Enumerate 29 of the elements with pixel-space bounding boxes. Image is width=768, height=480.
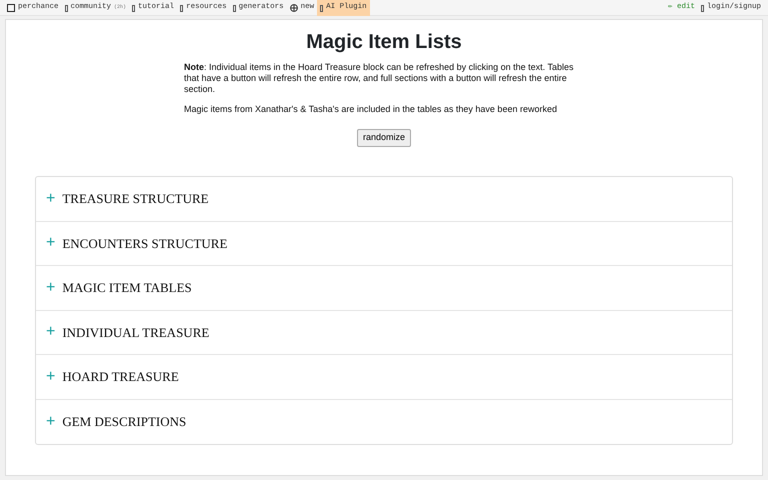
- expand-icon: +: [46, 280, 56, 296]
- glyph-icon: [180, 4, 184, 12]
- glyph-icon: [700, 4, 704, 12]
- glyph-icon: [64, 4, 68, 12]
- glyph-icon: [132, 4, 136, 12]
- globe-icon: [290, 4, 298, 12]
- expand-icon: +: [46, 190, 56, 207]
- section-title: GEM DESCRIPTIONS: [62, 413, 186, 431]
- glyph-icon: [232, 4, 236, 12]
- page-title: Magic Item Lists: [305, 30, 463, 54]
- accordion-header[interactable]: + MAGIC ITEM TABLES: [36, 266, 732, 310]
- expand-icon: +: [46, 324, 56, 340]
- section-title: HOARD TREASURE: [62, 368, 179, 386]
- glyph-icon: [320, 4, 324, 12]
- section-title: TREASURE STRUCTURE: [62, 190, 209, 208]
- accordion-header[interactable]: + INDIVIDUAL TREASURE: [36, 310, 732, 355]
- accordion-header[interactable]: + GEM DESCRIPTIONS: [36, 400, 732, 444]
- accordion-header[interactable]: + ENCOUNTERS STRUCTURE: [36, 222, 732, 266]
- section-title: MAGIC ITEM TABLES: [62, 279, 192, 297]
- note-text: Magic items from Xanathar's & Tasha's are included in the tables as they have been reworked: [184, 104, 558, 115]
- expand-icon: +: [46, 235, 56, 252]
- expand-icon: +: [46, 368, 56, 385]
- accordion-header[interactable]: + TREASURE STRUCTURE: [36, 177, 732, 222]
- randomize-button[interactable]: randomize: [356, 129, 412, 146]
- note-text: Note: Individual items in the Hoard Treasure block can be refreshed by clicking on the text. Tables that have a button will refresh the entire row, and full sections with a button will refresh the entire section.: [184, 62, 575, 95]
- expand-icon: +: [46, 414, 56, 430]
- section-title: INDIVIDUAL TREASURE: [62, 324, 210, 342]
- section-title: ENCOUNTERS STRUCTURE: [62, 234, 228, 252]
- accordion-header[interactable]: + HOARD TREASURE: [36, 355, 732, 400]
